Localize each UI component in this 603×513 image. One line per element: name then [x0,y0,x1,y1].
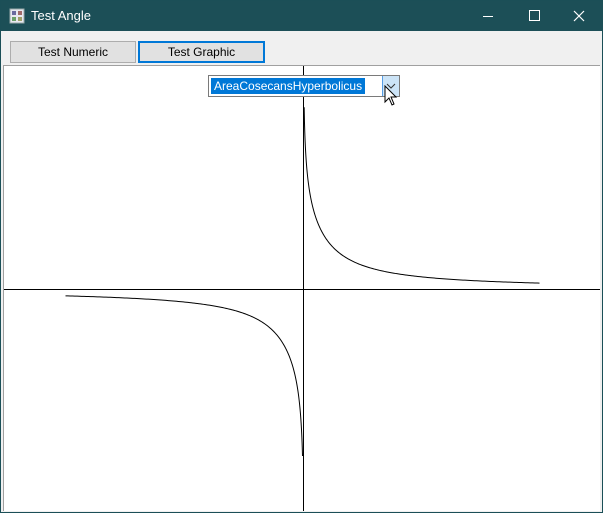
maximize-button[interactable] [511,1,557,31]
tab-test-graphic[interactable]: Test Graphic [138,41,265,63]
function-select[interactable]: AreaCosecansHyperbolicus [208,75,400,97]
tab-test-numeric[interactable]: Test Numeric [10,41,136,63]
curve-negative-branch [65,295,303,457]
tab-bar: Test Numeric Test Graphic [1,31,602,65]
close-icon [573,10,585,22]
app-window: Test Angle Test Numeric Test Graphic Are… [0,0,603,513]
curve-positive-branch [303,107,540,284]
mouse-cursor-icon [384,85,398,106]
minimize-button[interactable] [465,1,511,31]
maximize-icon [529,10,540,21]
title-bar[interactable]: Test Angle [1,1,602,31]
minimize-icon [483,16,493,17]
window-title: Test Angle [31,8,91,23]
function-plot [4,66,600,511]
function-select-value: AreaCosecansHyperbolicus [211,78,366,94]
graph-panel: AreaCosecansHyperbolicus [3,65,600,511]
app-icon [9,8,25,24]
close-button[interactable] [556,1,602,31]
